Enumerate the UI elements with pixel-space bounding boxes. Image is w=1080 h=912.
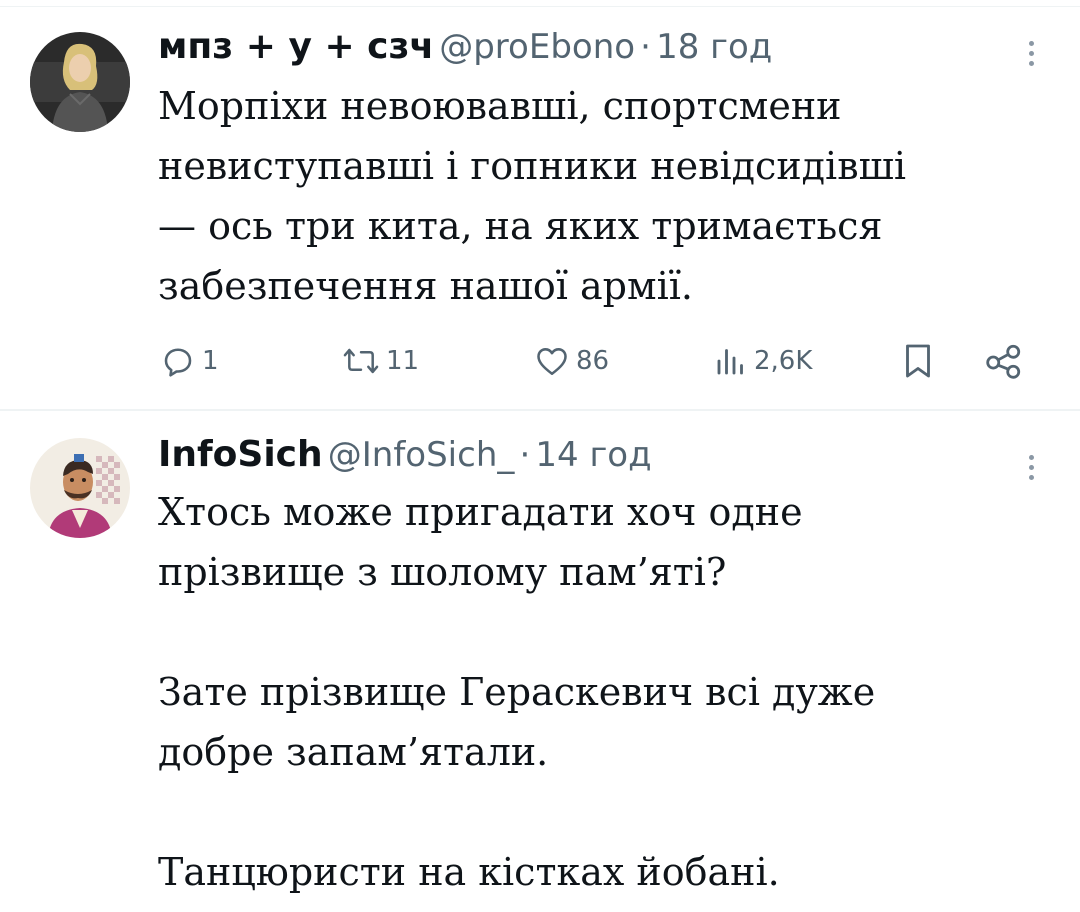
reply-button[interactable]: 1 [160, 336, 219, 386]
tweet[interactable]: InfoSich @InfoSich_ · 14 год Хтось може … [0, 410, 1080, 912]
timestamp[interactable]: 14 год [535, 435, 651, 475]
like-count: 86 [576, 346, 610, 376]
avatar-image [30, 32, 130, 132]
user-handle[interactable]: @proEbono [439, 27, 635, 67]
display-name[interactable]: мпз + у + сзч [158, 26, 434, 67]
avatar-image [30, 438, 130, 538]
bookmark-icon [906, 344, 930, 378]
avatar[interactable] [30, 32, 130, 132]
heart-icon [537, 348, 567, 376]
more-vertical-icon[interactable] [1016, 30, 1046, 76]
separator-dot: · [640, 27, 651, 67]
display-name[interactable]: InfoSich [158, 434, 323, 475]
tweet[interactable]: мпз + у + сзч @proEbono · 18 год Морпіхи… [0, 0, 1080, 411]
reply-count: 1 [202, 346, 219, 376]
tweet-text: Хтось може пригадати хоч одне прізвище з… [158, 490, 876, 894]
timestamp[interactable]: 18 год [656, 27, 772, 67]
avatar[interactable] [30, 438, 130, 538]
like-button[interactable]: 86 [534, 336, 609, 386]
tweet-header: InfoSich @InfoSich_ · 14 год [158, 430, 652, 480]
views-count: 2,6K [754, 346, 813, 376]
separator-dot: · [519, 435, 531, 475]
action-bar: 1 11 86 2,6K [0, 336, 1080, 386]
tweet-header: мпз + у + сзч @proEbono · 18 год [158, 22, 772, 72]
retweet-button[interactable]: 11 [342, 336, 419, 386]
views-button[interactable]: 2,6K [714, 336, 812, 386]
top-border [0, 6, 1080, 7]
user-handle[interactable]: @InfoSich_ [328, 435, 515, 475]
reply-icon [164, 348, 192, 377]
retweet-icon [343, 348, 379, 374]
views-icon [717, 349, 743, 375]
tweet-text: Морпіхи невоювавші, спортсмени невиступа… [158, 84, 907, 308]
share-icon [986, 344, 1021, 379]
share-button[interactable] [984, 336, 1024, 386]
retweet-count: 11 [386, 346, 420, 376]
bookmark-button[interactable] [900, 336, 936, 386]
